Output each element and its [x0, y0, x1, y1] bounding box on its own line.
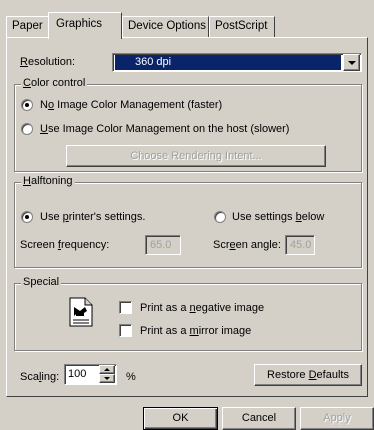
tab-graphics-label: Graphics — [56, 18, 103, 30]
negative-image-label[interactable]: Print as a negative image — [140, 302, 264, 314]
tab-postscript[interactable]: PostScript — [209, 16, 275, 37]
mirror-image-label[interactable]: Print as a mirror image — [140, 325, 251, 337]
tab-paper-label: Paper — [12, 20, 43, 32]
arrow-down-icon — [104, 377, 110, 380]
screen-frequency-input[interactable]: 65.0 — [145, 235, 181, 255]
apply-button[interactable]: Apply — [300, 407, 374, 430]
no-color-management-radio[interactable] — [21, 99, 33, 111]
scaling-input[interactable]: 100 — [64, 364, 117, 385]
resolution-select[interactable]: 360 dpi — [112, 53, 362, 72]
use-settings-below-label[interactable]: Use settings below — [232, 211, 324, 223]
resolution-dropdown-button[interactable] — [343, 54, 360, 71]
halftoning-title: Halftoning — [21, 175, 75, 187]
chevron-down-icon — [348, 61, 356, 65]
arrow-up-icon — [104, 368, 110, 371]
scaling-label: Scaling: — [20, 371, 60, 383]
scaling-down-button[interactable] — [99, 374, 115, 383]
screen-angle-label: Screen angle: — [213, 239, 281, 251]
use-printer-settings-label[interactable]: Use printer's settings. — [40, 211, 145, 223]
tab-postscript-label: PostScript — [215, 20, 268, 32]
screen-angle-input[interactable]: 45.0 — [285, 235, 315, 255]
restore-defaults-button[interactable]: Restore Defaults — [254, 364, 362, 386]
host-color-management-label[interactable]: Use Image Color Management on the host (… — [40, 123, 289, 135]
scaling-value: 100 — [68, 368, 87, 380]
special-group: Special — [14, 276, 362, 351]
tab-graphics[interactable]: Graphics — [48, 12, 122, 39]
host-color-management-radio[interactable] — [21, 123, 33, 135]
printer-document-icon — [69, 297, 93, 327]
negative-image-checkbox[interactable] — [119, 301, 132, 314]
resolution-label: Resolution: — [20, 56, 76, 68]
tab-device-options[interactable]: Device Options — [122, 16, 209, 37]
scaling-up-button[interactable] — [99, 365, 115, 374]
no-color-management-label[interactable]: No Image Color Management (faster) — [40, 99, 222, 111]
scaling-unit: % — [126, 371, 136, 383]
special-title: Special — [21, 276, 62, 288]
screen-frequency-label: Screen frequency: — [20, 239, 110, 251]
halftoning-group: Halftoning — [14, 175, 362, 268]
mirror-image-checkbox[interactable] — [119, 324, 132, 337]
ok-button[interactable]: OK — [143, 407, 218, 430]
use-settings-below-radio[interactable] — [214, 211, 226, 223]
tab-device-options-label: Device Options — [128, 20, 206, 32]
tab-paper[interactable]: Paper — [6, 16, 49, 37]
choose-rendering-intent-button[interactable]: Choose Rendering Intent... — [66, 145, 326, 167]
cancel-button[interactable]: Cancel — [222, 407, 296, 430]
use-printer-settings-radio[interactable] — [21, 211, 33, 223]
resolution-selected-value: 360 dpi — [115, 55, 341, 70]
color-control-title: Color control — [21, 77, 88, 89]
